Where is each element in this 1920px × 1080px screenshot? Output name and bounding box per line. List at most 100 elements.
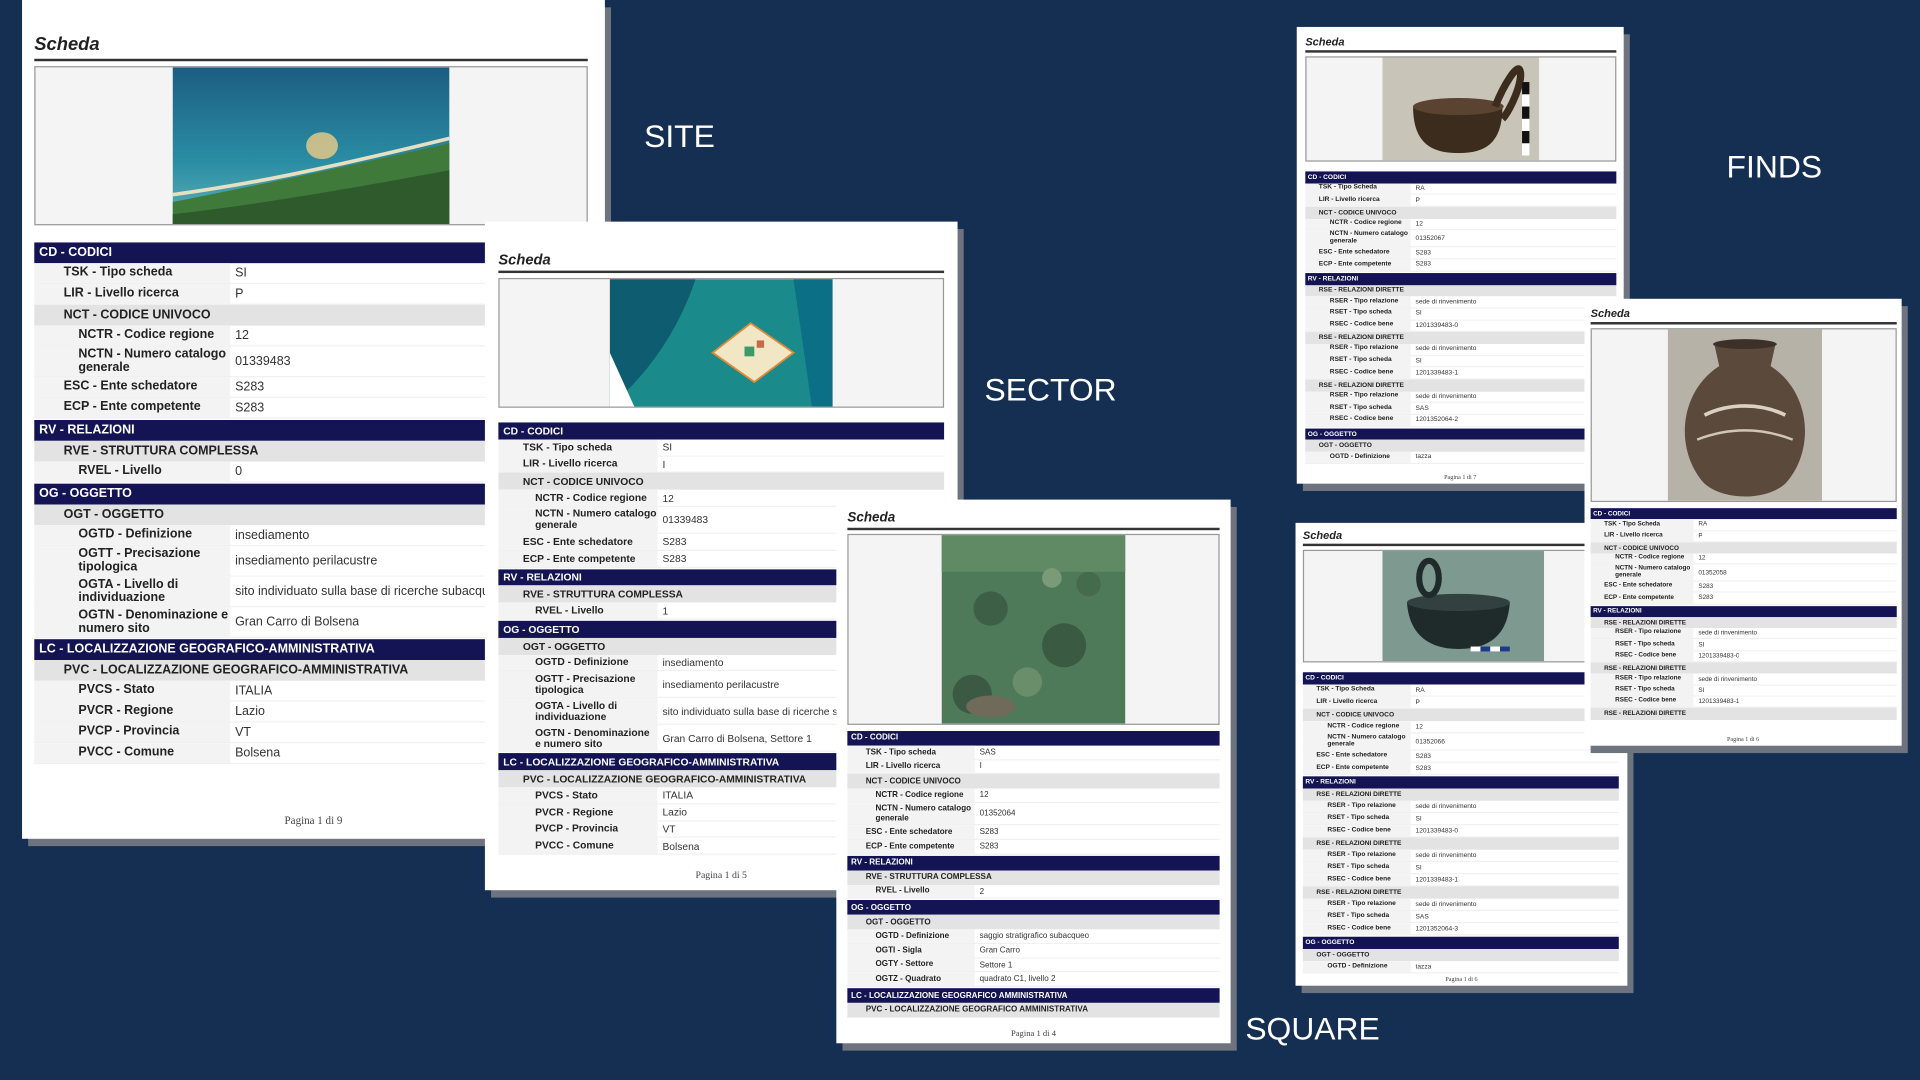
field-value: ITALIA xyxy=(235,683,273,698)
field-key: PVCS - Stato xyxy=(34,680,231,701)
field-value: S283 xyxy=(1415,752,1431,760)
field-row: OGTD - Definizione saggio stratigrafico s… xyxy=(847,929,1220,944)
find2-image-frame xyxy=(1590,328,1897,503)
field-key: ECP - Ente competente xyxy=(34,397,231,418)
field-key: NCTR - Codice regione xyxy=(1305,218,1411,230)
subsection-header: OGT - OGGETTO xyxy=(1305,440,1617,452)
field-key: OGT - OGGETTO xyxy=(1316,951,1370,959)
field-key: NCTR - Codice regione xyxy=(34,325,231,346)
field-value: insediamento perilacustre xyxy=(662,678,780,691)
field-value: RA xyxy=(1415,184,1425,193)
field-key: RV - RELAZIONI xyxy=(1305,778,1356,787)
find1-cup-photo xyxy=(1382,57,1540,161)
field-key: RSE - RELAZIONI DIRETTE xyxy=(1318,286,1404,295)
field-key: CD - CODICI xyxy=(1305,674,1344,683)
field-row: TSK - Tipo scheda SAS xyxy=(847,745,1220,760)
field-key: PVCR - Regione xyxy=(498,804,658,820)
field-value: Gran Carro di Bolsena, Settore 1 xyxy=(662,732,812,745)
subsection-header: NCT - CODICE UNIVOCO xyxy=(847,774,1220,789)
field-row: RSEC - Codice bene 1201339483-1 xyxy=(1590,696,1897,709)
field-value: saggio stratigrafico subacqueo xyxy=(979,931,1090,941)
field-value: S283 xyxy=(979,842,999,852)
field-key: RSET - Tipo scheda xyxy=(1590,639,1694,650)
field-key: RSEC - Codice bene xyxy=(1305,415,1411,426)
field-key: RSE - RELAZIONI DIRETTE xyxy=(1604,664,1686,672)
field-key: NCTN - Numero catalogo generale xyxy=(498,506,658,533)
field-value: SI xyxy=(235,266,247,280)
field-value: SI xyxy=(1698,641,1705,649)
field-value: P xyxy=(1415,698,1420,706)
section-header: RV - RELAZIONI xyxy=(1302,776,1619,789)
field-key: RSER - Tipo relazione xyxy=(1302,849,1411,861)
field-value: 1201339483-0 xyxy=(1698,652,1740,660)
field-key: OGTD - Definizione xyxy=(34,525,231,545)
subsection-header: RSE - RELAZIONI DIRETTE xyxy=(1590,708,1897,720)
field-row: ECP - Ente competente S283 xyxy=(1590,593,1897,605)
field-row: RSEC - Codice bene 1201339483-0 xyxy=(1302,825,1619,838)
field-value: P xyxy=(1698,532,1703,540)
field-value: SI xyxy=(1415,863,1422,872)
field-value: 1201352064-3 xyxy=(1415,925,1459,933)
field-value: S283 xyxy=(1415,261,1431,269)
field-key: RSER - Tipo relazione xyxy=(1305,391,1411,403)
site-sheet-title: Scheda xyxy=(34,32,588,62)
field-value: Bolsena xyxy=(662,839,700,852)
field-row: RSEC - Codice bene 1201352064-3 xyxy=(1302,923,1619,936)
field-key: NCT - CODICE UNIVOCO xyxy=(865,777,961,786)
section-header: CD - CODICI xyxy=(1590,508,1897,520)
section-header: CD - CODICI xyxy=(847,731,1220,746)
field-key: OGTD - Definizione xyxy=(1302,961,1411,973)
field-value: insediamento perilacustre xyxy=(235,554,378,568)
field-key: PVCS - Stato xyxy=(498,787,658,803)
section-header: RV - RELAZIONI xyxy=(1590,605,1897,617)
field-row: RSEC - Codice bene 1201339483-1 xyxy=(1302,874,1619,887)
field-key: LIR - Livello ricerca xyxy=(34,284,231,304)
sector-label: SECTOR xyxy=(984,371,1117,408)
field-key: ESC - Ente schedatore xyxy=(1305,247,1411,259)
field-value: RA xyxy=(1698,520,1708,529)
field-value: 01352064 xyxy=(979,809,1016,819)
field-key: NCTR - Codice regione xyxy=(1302,721,1411,733)
field-key: RV - RELAZIONI xyxy=(1307,275,1359,283)
field-value: 12 xyxy=(235,328,249,343)
field-key: LIR - Livello ricerca xyxy=(498,456,658,472)
field-row: RSET - Tipo scheda SAS xyxy=(1302,911,1619,924)
subsection-header: OGT - OGGETTO xyxy=(847,915,1220,930)
field-value: S283 xyxy=(662,535,687,548)
field-value: S283 xyxy=(979,828,999,837)
subsection-header: RSE - RELAZIONI DIRETTE xyxy=(1302,788,1619,801)
field-value: 01352067 xyxy=(1415,235,1445,243)
field-value: VT xyxy=(662,822,676,836)
field-row: ECP - Ente competente S283 xyxy=(1302,762,1619,776)
field-value: tazza xyxy=(1415,453,1432,461)
subsection-header: RSE - RELAZIONI DIRETTE xyxy=(1302,886,1619,899)
find2-field-list: CD - CODICI TSK - Tipo Scheda RA LIR - Live… xyxy=(1590,508,1897,720)
field-row: ECP - Ente competente S283 xyxy=(847,840,1220,855)
subsection-header: RSE - RELAZIONI DIRETTE xyxy=(1590,616,1897,629)
find3-image-frame xyxy=(1302,549,1619,663)
field-key: CD - CODICI xyxy=(851,733,899,743)
field-value: Gran Carro xyxy=(979,946,1020,955)
sector-image-frame xyxy=(498,277,945,408)
field-row: NCTN - Numero catalogo generale 01352058 xyxy=(1590,565,1897,582)
field-row: ESC - Ente schedatore S283 xyxy=(1305,247,1617,260)
field-key: OGT - OGGETTO xyxy=(865,917,931,927)
field-key: PVC - LOCALIZZAZIONE GEOGRAFICO AMMINIST… xyxy=(865,1005,1089,1015)
field-key: TSK - Tipo Scheda xyxy=(1302,684,1411,696)
field-row: RSER - Tipo relazione sede di rinveniment… xyxy=(1305,391,1617,404)
field-row: NCTR - Codice regione 12 xyxy=(1590,553,1897,566)
field-key: OG - OGGETTO xyxy=(851,903,911,913)
field-key: RSEC - Codice bene xyxy=(1305,367,1411,379)
field-value: insediamento xyxy=(235,528,310,542)
field-row: RSET - Tipo scheda SI xyxy=(1590,685,1897,697)
field-key: NCTN - Numero catalogo generale xyxy=(34,346,231,376)
field-value: sito individuato sulla base di ricerche … xyxy=(235,584,496,599)
section-header: OG - OGGETTO xyxy=(1302,936,1619,949)
field-key: ESC - Ente schedatore xyxy=(1302,750,1411,762)
field-value: P xyxy=(235,287,244,301)
section-header: CD - CODICI xyxy=(1305,171,1617,184)
field-key: RSER - Tipo relazione xyxy=(1590,673,1694,685)
field-key: PVCP - Provincia xyxy=(34,722,231,743)
field-row: LIR - Livello ricerca I xyxy=(498,456,945,474)
field-row: RSET - Tipo scheda SI xyxy=(1305,355,1617,368)
